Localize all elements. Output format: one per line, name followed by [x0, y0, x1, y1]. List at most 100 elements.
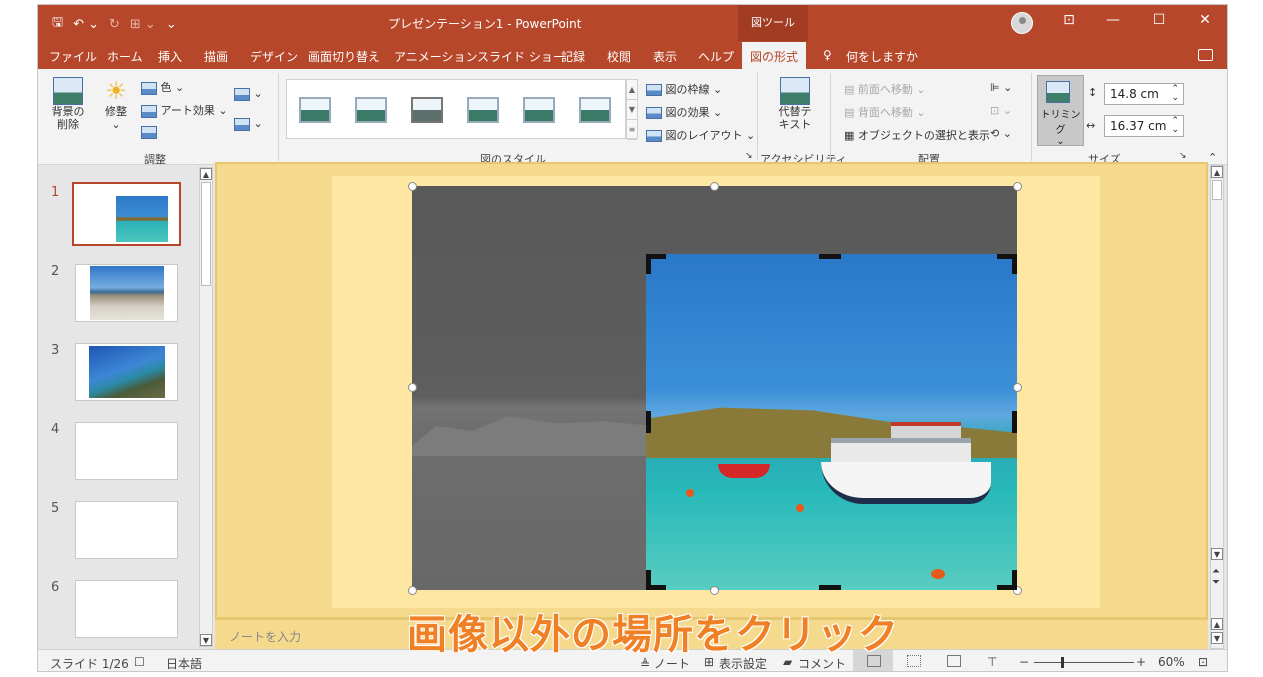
group-button[interactable]: ⊡ ⌄ — [990, 104, 1012, 117]
resize-handle[interactable] — [1013, 383, 1022, 392]
resize-handle[interactable] — [1013, 182, 1022, 191]
fit-to-window-icon[interactable]: ⊡ — [1198, 655, 1208, 669]
crop-handle-right[interactable] — [1012, 411, 1017, 433]
slide-sorter-icon[interactable] — [907, 655, 921, 667]
reading-view-icon[interactable] — [947, 655, 961, 667]
crop-handle-bottom-right[interactable] — [1012, 570, 1017, 590]
tab-file[interactable]: ファイル — [49, 48, 97, 65]
crop-button[interactable]: トリミング ⌄ — [1037, 75, 1084, 147]
slide-thumbnail-3[interactable] — [75, 343, 178, 401]
picture-style-4[interactable] — [467, 97, 499, 123]
maximize-button[interactable]: ☐ — [1149, 12, 1169, 28]
crop-handle-bottom[interactable] — [819, 585, 841, 590]
scroll-thumb[interactable] — [1212, 180, 1222, 200]
color-button[interactable]: 色 ⌄ — [141, 79, 184, 95]
height-field[interactable]: 14.8 cm ⌃ ⌄ — [1104, 83, 1184, 105]
rotate-button[interactable]: ⟲ ⌄ — [990, 127, 1012, 140]
language-indicator[interactable]: 日本語 — [166, 655, 202, 671]
tab-help[interactable]: ヘルプ — [698, 48, 734, 65]
gallery-more-icon[interactable]: ≡ — [627, 120, 637, 140]
scroll-up-icon[interactable]: ▲ — [200, 168, 212, 180]
selection-pane-button[interactable]: ▦ オブジェクトの選択と表示 — [844, 127, 990, 143]
tab-slideshow[interactable]: スライド ショー — [477, 48, 565, 65]
tab-review[interactable]: 校閲 — [607, 48, 631, 65]
scroll-down-icon[interactable]: ▼ — [200, 634, 212, 646]
artistic-effects-button[interactable]: アート効果 ⌄ — [141, 102, 228, 118]
accessibility-check-icon[interactable]: ☐ — [134, 655, 145, 669]
tab-view[interactable]: 表示 — [653, 48, 677, 65]
change-picture-button[interactable]: ⌄ — [234, 87, 263, 101]
user-avatar[interactable] — [1011, 12, 1033, 34]
save-icon[interactable]: 🖫 — [52, 13, 63, 35]
zoom-level[interactable]: 60% — [1158, 655, 1185, 669]
resize-handle[interactable] — [408, 383, 417, 392]
tab-transitions[interactable]: 画面切り替え — [308, 48, 380, 65]
picture-border-button[interactable]: 図の枠線 ⌄ — [646, 81, 722, 97]
notes-placeholder[interactable]: ノートを入力 — [229, 628, 301, 645]
picture-layout-button[interactable]: 図のレイアウト ⌄ — [646, 127, 755, 143]
tell-me-search[interactable]: 何をしますか — [846, 48, 918, 65]
slide-thumbnail-4[interactable] — [75, 422, 178, 480]
reset-picture-button[interactable]: ⌄ — [234, 117, 263, 131]
thumbnail-scrollbar[interactable]: ▲ ▼ — [199, 167, 213, 647]
minimize-button[interactable]: — — [1103, 12, 1123, 28]
width-spinner[interactable]: ⌃ ⌄ — [1171, 117, 1179, 135]
slide-thumbnail-2[interactable] — [75, 264, 178, 322]
redo-icon[interactable]: ↻ — [109, 17, 120, 32]
tab-design[interactable]: デザイン — [250, 48, 298, 65]
tab-draw[interactable]: 描画 — [204, 48, 228, 65]
tab-insert[interactable]: 挿入 — [158, 48, 182, 65]
crop-handle-top-left[interactable] — [646, 254, 651, 274]
compress-pictures-button[interactable] — [141, 125, 157, 139]
slideshow-icon[interactable]: ⊤ — [987, 655, 997, 669]
bring-forward-button[interactable]: ▤ 前面へ移動 ⌄ — [844, 81, 926, 97]
resize-handle[interactable] — [408, 182, 417, 191]
width-field[interactable]: 16.37 cm ⌃ ⌄ — [1104, 115, 1184, 137]
slide-thumbnail-5[interactable] — [75, 501, 178, 559]
height-spinner[interactable]: ⌃ ⌄ — [1171, 85, 1179, 103]
gallery-scroll[interactable]: ▲ ▼ ≡ — [626, 79, 638, 140]
crop-handle-bottom-left[interactable] — [646, 570, 651, 590]
size-dialog-launcher-icon[interactable]: ↘ — [1179, 151, 1187, 161]
alt-text-button[interactable]: 代替テ キスト — [775, 77, 815, 131]
tab-home[interactable]: ホーム — [107, 48, 143, 65]
resize-handle[interactable] — [710, 182, 719, 191]
notes-scroll-up-icon[interactable]: ▲ — [1211, 618, 1223, 630]
customize-qat-icon[interactable]: ⌄ — [166, 17, 177, 32]
gallery-down-icon[interactable]: ▼ — [627, 100, 637, 120]
close-button[interactable]: ✕ — [1195, 12, 1215, 28]
ribbon-display-options-icon[interactable]: ⊡ — [1059, 12, 1079, 28]
notes-scroll-down-icon[interactable]: ▼ — [1211, 632, 1223, 644]
crop-handle-top[interactable] — [819, 254, 841, 259]
comments-icon[interactable] — [1198, 49, 1213, 61]
picture-style-6[interactable] — [579, 97, 611, 123]
picture-style-3[interactable] — [411, 97, 443, 123]
scroll-down-icon[interactable]: ▼ — [1211, 548, 1223, 560]
corrections-button[interactable]: ☀ 修整 ⌄ — [98, 77, 134, 131]
align-button[interactable]: ⊫ ⌄ — [990, 81, 1012, 94]
collapse-ribbon-icon[interactable]: ⌃ — [1208, 151, 1217, 164]
resize-handle[interactable] — [408, 586, 417, 595]
zoom-slider-thumb[interactable] — [1061, 657, 1064, 668]
picture-effects-button[interactable]: 図の効果 ⌄ — [646, 104, 722, 120]
crop-handle-left[interactable] — [646, 411, 651, 433]
slide-thumbnail-1[interactable] — [72, 182, 181, 246]
crop-region-image[interactable] — [646, 254, 1017, 590]
tab-record[interactable]: 記録 — [561, 48, 585, 65]
gallery-up-icon[interactable]: ▲ — [627, 80, 637, 100]
remove-background-button[interactable]: 背景の 削除 — [48, 77, 88, 131]
previous-slide-icon[interactable]: ⏶ ⏷ — [1212, 566, 1220, 588]
scroll-thumb[interactable] — [201, 182, 211, 286]
crop-handle-top-right[interactable] — [1012, 254, 1017, 274]
picture-style-1[interactable] — [299, 97, 331, 123]
send-backward-button[interactable]: ▤ 背面へ移動 ⌄ — [844, 104, 926, 120]
picture-style-2[interactable] — [355, 97, 387, 123]
scroll-up-icon[interactable]: ▲ — [1211, 166, 1223, 178]
dialog-launcher-icon[interactable]: ↘ — [745, 151, 753, 161]
start-from-beginning-icon[interactable]: ⊞ ⌄ — [130, 17, 156, 32]
tab-picture-format[interactable]: 図の形式 — [742, 42, 807, 69]
zoom-in-button[interactable]: + — [1136, 655, 1146, 669]
tab-animations[interactable]: アニメーション — [394, 48, 478, 65]
slide-thumbnail-6[interactable] — [75, 580, 178, 638]
slide-scrollbar[interactable]: ▲ ▼ ⏶ ⏷ ▲ ▼ — [1210, 165, 1224, 649]
